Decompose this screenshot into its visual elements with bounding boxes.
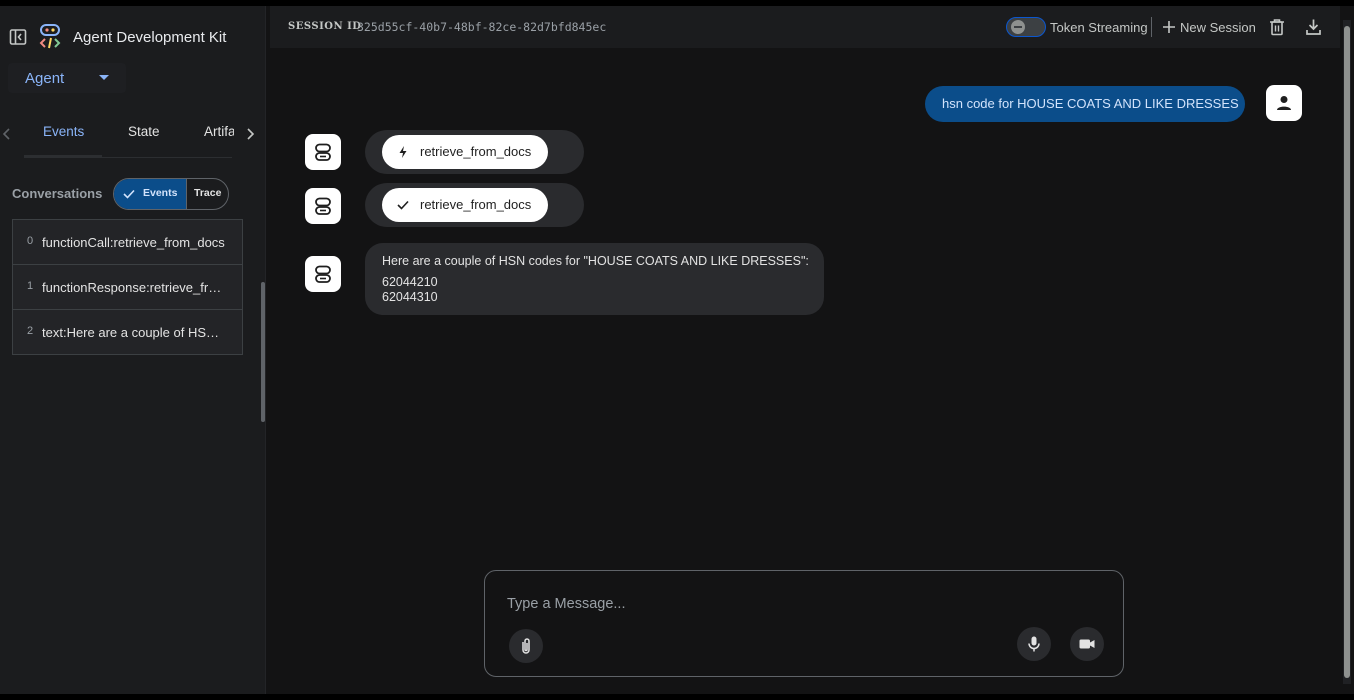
view-toggle-events-label: Events [143,187,178,199]
chevron-left-icon[interactable] [0,126,14,142]
toolbar-divider [1151,17,1152,37]
video-button[interactable] [1070,627,1104,661]
sidebar-resize-handle[interactable] [261,282,265,422]
event-index: 2 [27,325,34,337]
videocam-icon [1079,639,1095,649]
event-list: 0 functionCall:retrieve_from_docs 1 func… [12,219,243,355]
scrollbar-thumb[interactable] [1344,26,1350,678]
message-input[interactable] [507,593,1097,615]
sidebar-header: Agent Development Kit [0,20,266,56]
hsn-code: 62044210 [382,275,438,289]
bot-avatar [305,256,341,292]
sidebar: Agent Development Kit Agent Events State… [0,6,266,694]
tab-artifacts[interactable]: Artifacts [204,124,234,139]
bot-avatar [305,188,341,224]
token-streaming-toggle[interactable] [1006,17,1046,37]
view-toggle-trace[interactable]: Trace [194,187,221,199]
trash-icon[interactable] [1269,18,1285,36]
user-avatar [1266,85,1302,121]
person-icon [1277,96,1291,110]
sidebar-toggle-icon[interactable] [9,28,27,46]
tab-events[interactable]: Events [43,124,84,139]
conversations-row: Conversations Events Trace [12,178,252,210]
adk-logo-icon [38,24,62,50]
bot-message-intro: Here are a couple of HSN codes for "HOUS… [382,254,809,268]
attach-button[interactable] [509,629,543,663]
bolt-icon [396,145,410,159]
new-session-label: New Session [1180,20,1256,35]
event-text: text:Here are a couple of HSN codes [42,325,227,340]
agent-select[interactable]: Agent [8,63,126,93]
app-window: Agent Development Kit Agent Events State… [0,6,1354,694]
view-toggle-events[interactable]: Events [114,179,186,209]
function-response-chip[interactable]: retrieve_from_docs [382,188,548,222]
function-call-message: retrieve_from_docs [365,130,584,174]
download-icon[interactable] [1305,18,1322,36]
event-item[interactable]: 2 text:Here are a couple of HSN codes [12,309,243,355]
active-tab-indicator [24,155,102,157]
event-item[interactable]: 0 functionCall:retrieve_from_docs [12,219,243,265]
token-streaming-label: Token Streaming [1050,20,1148,35]
event-index: 1 [27,280,34,292]
view-toggle: Events Trace [113,178,229,210]
top-bar: SESSION ID 325d55cf-40b7-48bf-82ce-82d7b… [270,6,1340,48]
check-icon [396,198,410,212]
bot-avatar [305,134,341,170]
event-text: functionResponse:retrieve_from_docs [42,280,227,295]
robot-icon [315,143,331,161]
function-call-label: retrieve_from_docs [420,144,532,159]
check-icon [122,187,136,201]
robot-icon [315,265,331,283]
chevron-down-icon [99,75,109,80]
chevron-right-icon[interactable] [243,126,257,142]
bot-message-bubble: Here are a couple of HSN codes for "HOUS… [365,243,824,315]
toggle-knob [1011,20,1025,34]
plus-icon [1162,20,1176,34]
message-composer [484,570,1124,677]
paperclip-icon [522,638,530,654]
tab-state[interactable]: State [128,124,160,139]
function-call-chip[interactable]: retrieve_from_docs [382,135,548,169]
view-toggle-divider [186,179,187,209]
app-title: Agent Development Kit [73,29,227,46]
conversations-label: Conversations [12,186,103,201]
microphone-button[interactable] [1017,627,1051,661]
user-message-text: hsn code for HOUSE COATS AND LIKE DRESSE… [942,96,1239,111]
tab-divider [24,157,232,158]
user-message-bubble: hsn code for HOUSE COATS AND LIKE DRESSE… [925,86,1245,122]
function-response-message: retrieve_from_docs [365,183,584,227]
agent-select-value: Agent [25,70,65,87]
robot-icon [315,197,331,215]
function-response-label: retrieve_from_docs [420,197,532,212]
sidebar-tabs: Events State Artifacts [0,114,266,158]
main-scrollbar[interactable] [1343,20,1351,684]
event-index: 0 [27,235,34,247]
event-item[interactable]: 1 functionResponse:retrieve_from_docs [12,264,243,310]
event-text: functionCall:retrieve_from_docs [42,235,225,250]
session-id-label: SESSION ID [288,21,362,32]
microphone-icon [1028,636,1040,652]
session-id-value: 325d55cf-40b7-48bf-82ce-82d7bfd845ec [357,20,607,34]
hsn-code: 62044310 [382,290,438,304]
